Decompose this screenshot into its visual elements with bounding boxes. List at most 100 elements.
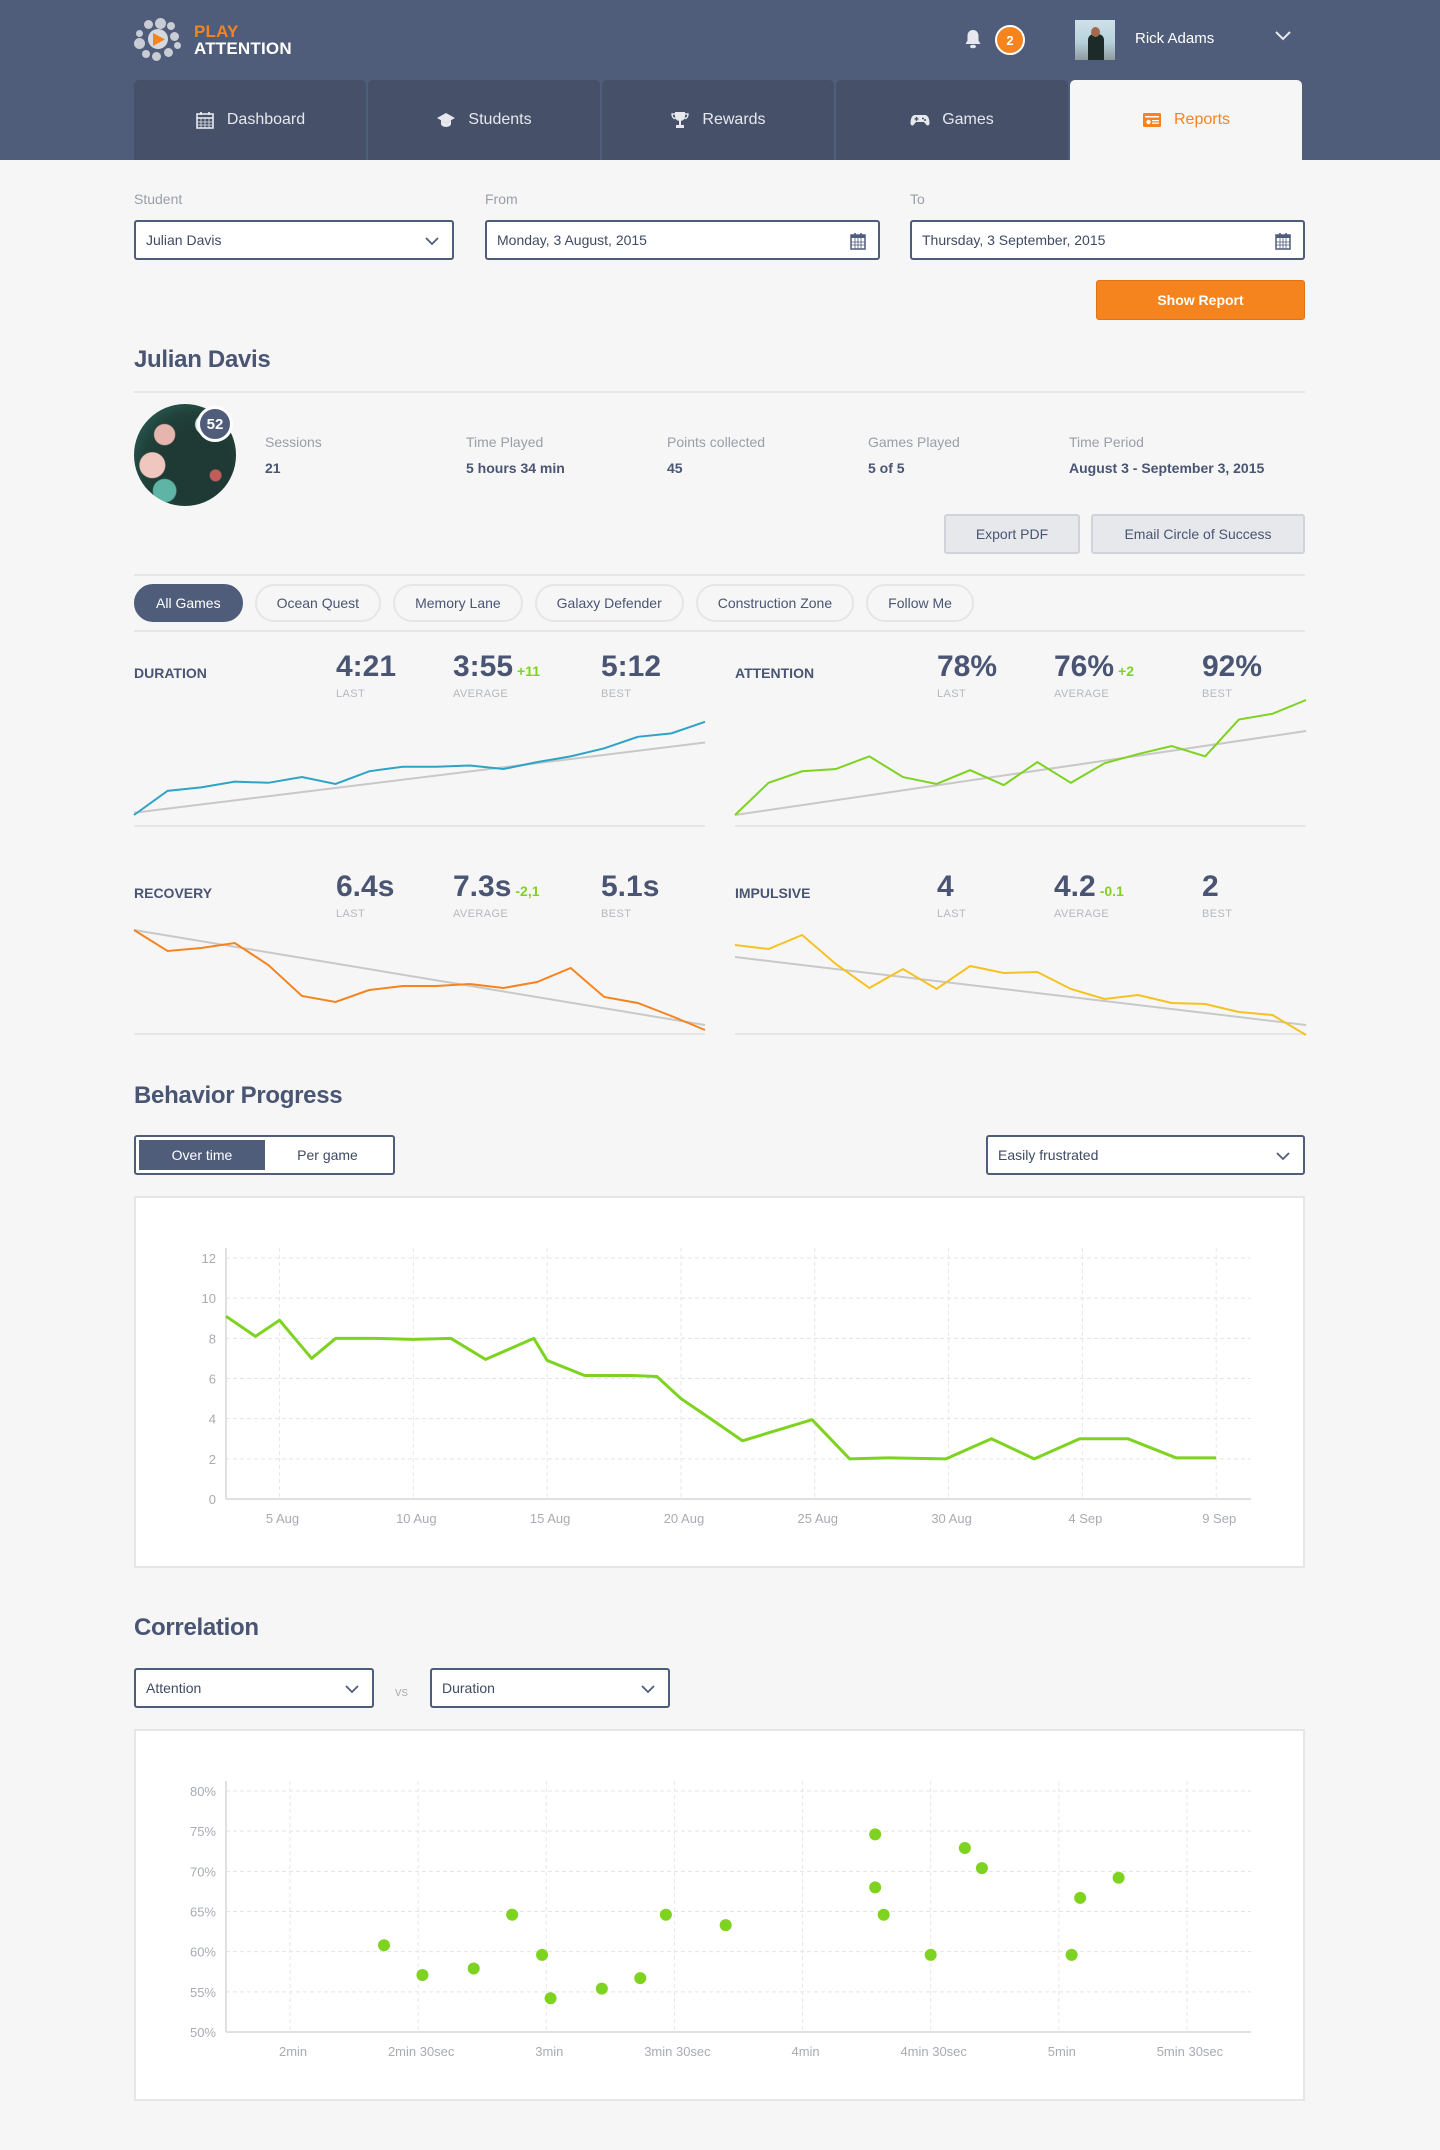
scatter-point[interactable] xyxy=(1074,1891,1087,1904)
scatter-point[interactable] xyxy=(877,1908,890,1921)
scatter-point[interactable] xyxy=(719,1919,732,1932)
tab-label: Students xyxy=(468,111,532,128)
logo-icon xyxy=(134,18,186,62)
logo[interactable]: PLAY ATTENTION xyxy=(134,18,292,62)
pill-follow-me[interactable]: Follow Me xyxy=(866,584,974,622)
x-tick-label: 9 Sep xyxy=(1202,1511,1236,1526)
scatter-point[interactable] xyxy=(1065,1948,1078,1961)
scatter-point[interactable] xyxy=(869,1881,882,1894)
main-nav-tabs: Dashboard Students Rewards Games Reports xyxy=(134,80,1302,160)
game-filter-pills: All Games Ocean Quest Memory Lane Galaxy… xyxy=(134,584,974,622)
stat-points-collected: Points collected 45 xyxy=(667,434,766,476)
to-date-input[interactable]: Thursday, 3 September, 2015 xyxy=(910,220,1305,260)
metric-average-value: 4.2 -0.1 xyxy=(1054,870,1124,903)
scatter-point[interactable] xyxy=(416,1968,429,1981)
y-tick-label: 80% xyxy=(190,1784,216,1799)
correlation-chart-card: 50% 55% 60% 65% 70% 75% 80% 2min 2min 30sec 3min 3… xyxy=(134,1729,1305,2101)
scatter-point[interactable] xyxy=(659,1908,672,1921)
y-tick-label: 12 xyxy=(202,1251,216,1266)
user-name[interactable]: Rick Adams xyxy=(1135,30,1214,47)
scatter-point[interactable] xyxy=(595,1982,608,1995)
behavior-line-chart: 0 2 4 6 8 10 12 5 Aug 10 Aug 15 Aug 20 Aug 25 Aug 30… xyxy=(202,1248,1251,1526)
x-tick-label: 2min 30sec xyxy=(388,2044,455,2059)
trophy-icon xyxy=(671,112,690,128)
chevron-down-icon xyxy=(425,237,439,246)
scatter-point[interactable] xyxy=(634,1972,647,1985)
behavior-select-value: Easily frustrated xyxy=(998,1147,1099,1163)
metric-average-value: 3:55 +11 xyxy=(453,650,541,683)
metric-last-label: LAST xyxy=(937,688,967,700)
calendar-icon xyxy=(196,112,214,129)
export-pdf-button[interactable]: Export PDF xyxy=(944,514,1080,554)
scatter-point[interactable] xyxy=(544,1992,557,2005)
x-tick-label: 15 Aug xyxy=(530,1511,571,1526)
student-level-badge: 52 xyxy=(197,406,233,442)
y-tick-label: 75% xyxy=(190,1824,216,1839)
scatter-point[interactable] xyxy=(958,1842,971,1855)
calendar-icon[interactable] xyxy=(1273,231,1293,251)
y-tick-label: 6 xyxy=(209,1372,216,1387)
x-tick-label: 5 Aug xyxy=(266,1511,299,1526)
scatter-point[interactable] xyxy=(924,1948,937,1961)
show-report-button[interactable]: Show Report xyxy=(1096,280,1305,320)
notification-count-badge[interactable]: 2 xyxy=(995,25,1025,55)
tab-games[interactable]: Games xyxy=(836,80,1068,160)
correlation-x-select[interactable]: Attention xyxy=(134,1668,374,1708)
tab-students[interactable]: Students xyxy=(368,80,600,160)
toggle-per-game[interactable]: Per game xyxy=(265,1140,390,1170)
metric-average-label: AVERAGE xyxy=(1054,908,1110,920)
tab-rewards[interactable]: Rewards xyxy=(602,80,834,160)
tab-label: Dashboard xyxy=(226,111,306,128)
metric-series-line xyxy=(133,929,706,1031)
metric-average-value: 7.3s -2,1 xyxy=(453,870,540,903)
toggle-over-time[interactable]: Over time xyxy=(139,1140,265,1170)
pill-construction-zone[interactable]: Construction Zone xyxy=(695,584,855,622)
pill-galaxy-defender[interactable]: Galaxy Defender xyxy=(534,584,684,622)
scatter-point[interactable] xyxy=(467,1962,480,1975)
scatter-point[interactable] xyxy=(1112,1871,1125,1884)
x-tick-label: 30 Aug xyxy=(931,1511,972,1526)
student-select[interactable]: Julian Davis xyxy=(134,220,454,260)
metric-series-line xyxy=(734,699,1307,816)
correlation-y-value: Duration xyxy=(442,1680,495,1696)
user-avatar[interactable] xyxy=(1075,20,1115,60)
notification-bell-icon[interactable] xyxy=(962,28,984,50)
scatter-point[interactable] xyxy=(869,1828,882,1841)
behavior-series-line xyxy=(225,1315,1217,1461)
scatter-point[interactable] xyxy=(975,1862,988,1875)
metric-delta: +11 xyxy=(517,663,541,679)
scatter-point[interactable] xyxy=(536,1948,549,1961)
trend-line xyxy=(133,741,706,814)
sparkline-duration xyxy=(133,720,706,816)
pill-all-games[interactable]: All Games xyxy=(134,584,243,622)
x-tick-label: 4min xyxy=(791,2044,819,2059)
pill-ocean-quest[interactable]: Ocean Quest xyxy=(254,584,382,622)
metric-average-label: AVERAGE xyxy=(453,688,509,700)
chevron-down-icon[interactable] xyxy=(1274,30,1292,42)
scatter-point[interactable] xyxy=(506,1908,519,1921)
pill-memory-lane[interactable]: Memory Lane xyxy=(393,584,523,622)
from-date-input[interactable]: Monday, 3 August, 2015 xyxy=(485,220,880,260)
scatter-point[interactable] xyxy=(378,1939,391,1952)
metric-delta: -0.1 xyxy=(1099,883,1124,899)
metric-best-label: BEST xyxy=(1202,908,1233,920)
behavior-chart-card: 0 2 4 6 8 10 12 5 Aug 10 Aug 15 Aug 20 Aug 25 Aug 30… xyxy=(134,1196,1305,1568)
tab-reports[interactable]: Reports xyxy=(1070,80,1302,160)
x-tick-label: 4min 30sec xyxy=(900,2044,967,2059)
tab-dashboard[interactable]: Dashboard xyxy=(134,80,366,160)
correlation-heading: Correlation xyxy=(134,1614,259,1641)
stat-time-period: Time Period August 3 - September 3, 2015 xyxy=(1069,434,1265,476)
correlation-y-select[interactable]: Duration xyxy=(430,1668,670,1708)
calendar-icon[interactable] xyxy=(848,231,868,251)
stat-time-played: Time Played 5 hours 34 min xyxy=(466,434,565,476)
y-tick-label: 4 xyxy=(209,1412,216,1427)
behavior-select[interactable]: Easily frustrated xyxy=(986,1135,1305,1175)
x-tick-label: 25 Aug xyxy=(798,1511,839,1526)
chevron-down-icon xyxy=(345,1685,359,1694)
stat-sessions: Sessions 21 xyxy=(265,434,322,476)
metric-title: ATTENTION xyxy=(735,665,815,681)
y-tick-label: 10 xyxy=(202,1291,216,1306)
sparkline-recovery xyxy=(133,929,706,1031)
metric-last-label: LAST xyxy=(937,908,967,920)
email-circle-of-success-button[interactable]: Email Circle of Success xyxy=(1091,514,1305,554)
